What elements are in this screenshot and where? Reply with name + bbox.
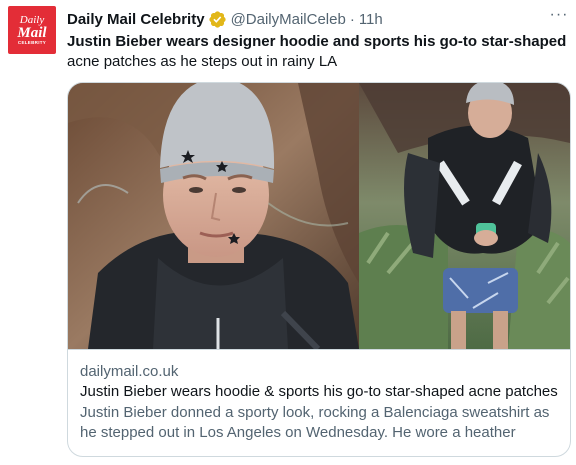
card-divider [68, 349, 570, 350]
separator-dot: · [349, 10, 355, 28]
avatar-text-celebrity: CELEBRITY [17, 40, 47, 45]
tweet-text-headline: Justin Bieber wears designer hoodie and … [67, 33, 567, 50]
link-preview-card[interactable]: dailymail.co.uk Justin Bieber wears hood… [67, 82, 571, 457]
author-handle[interactable]: @DailyMailCeleb [231, 11, 346, 28]
tweet[interactable]: Daily Mail CELEBRITY Daily Mail Celebrit… [0, 0, 576, 465]
card-description: Justin Bieber donned a sporty look, rock… [80, 404, 550, 441]
verified-badge-icon [208, 10, 226, 28]
tweet-timestamp[interactable]: 11h [359, 11, 383, 28]
more-options-icon[interactable]: ··· [548, 7, 570, 26]
article-photo-image[interactable] [68, 83, 570, 349]
tweet-text-rest: acne patches as he steps out in rainy LA [67, 53, 338, 70]
author-name[interactable]: Daily Mail Celebrity [67, 11, 205, 28]
avatar-text-mail: Mail [17, 25, 47, 41]
tweet-text: Justin Bieber wears designer hoodie and … [67, 32, 573, 72]
card-domain: dailymail.co.uk [80, 363, 179, 380]
card-title[interactable]: Justin Bieber wears hoodie & sports his … [80, 382, 560, 402]
tweet-header: Daily Mail Celebrity @DailyMailCeleb · 1… [67, 9, 383, 29]
avatar[interactable]: Daily Mail CELEBRITY [8, 6, 56, 54]
